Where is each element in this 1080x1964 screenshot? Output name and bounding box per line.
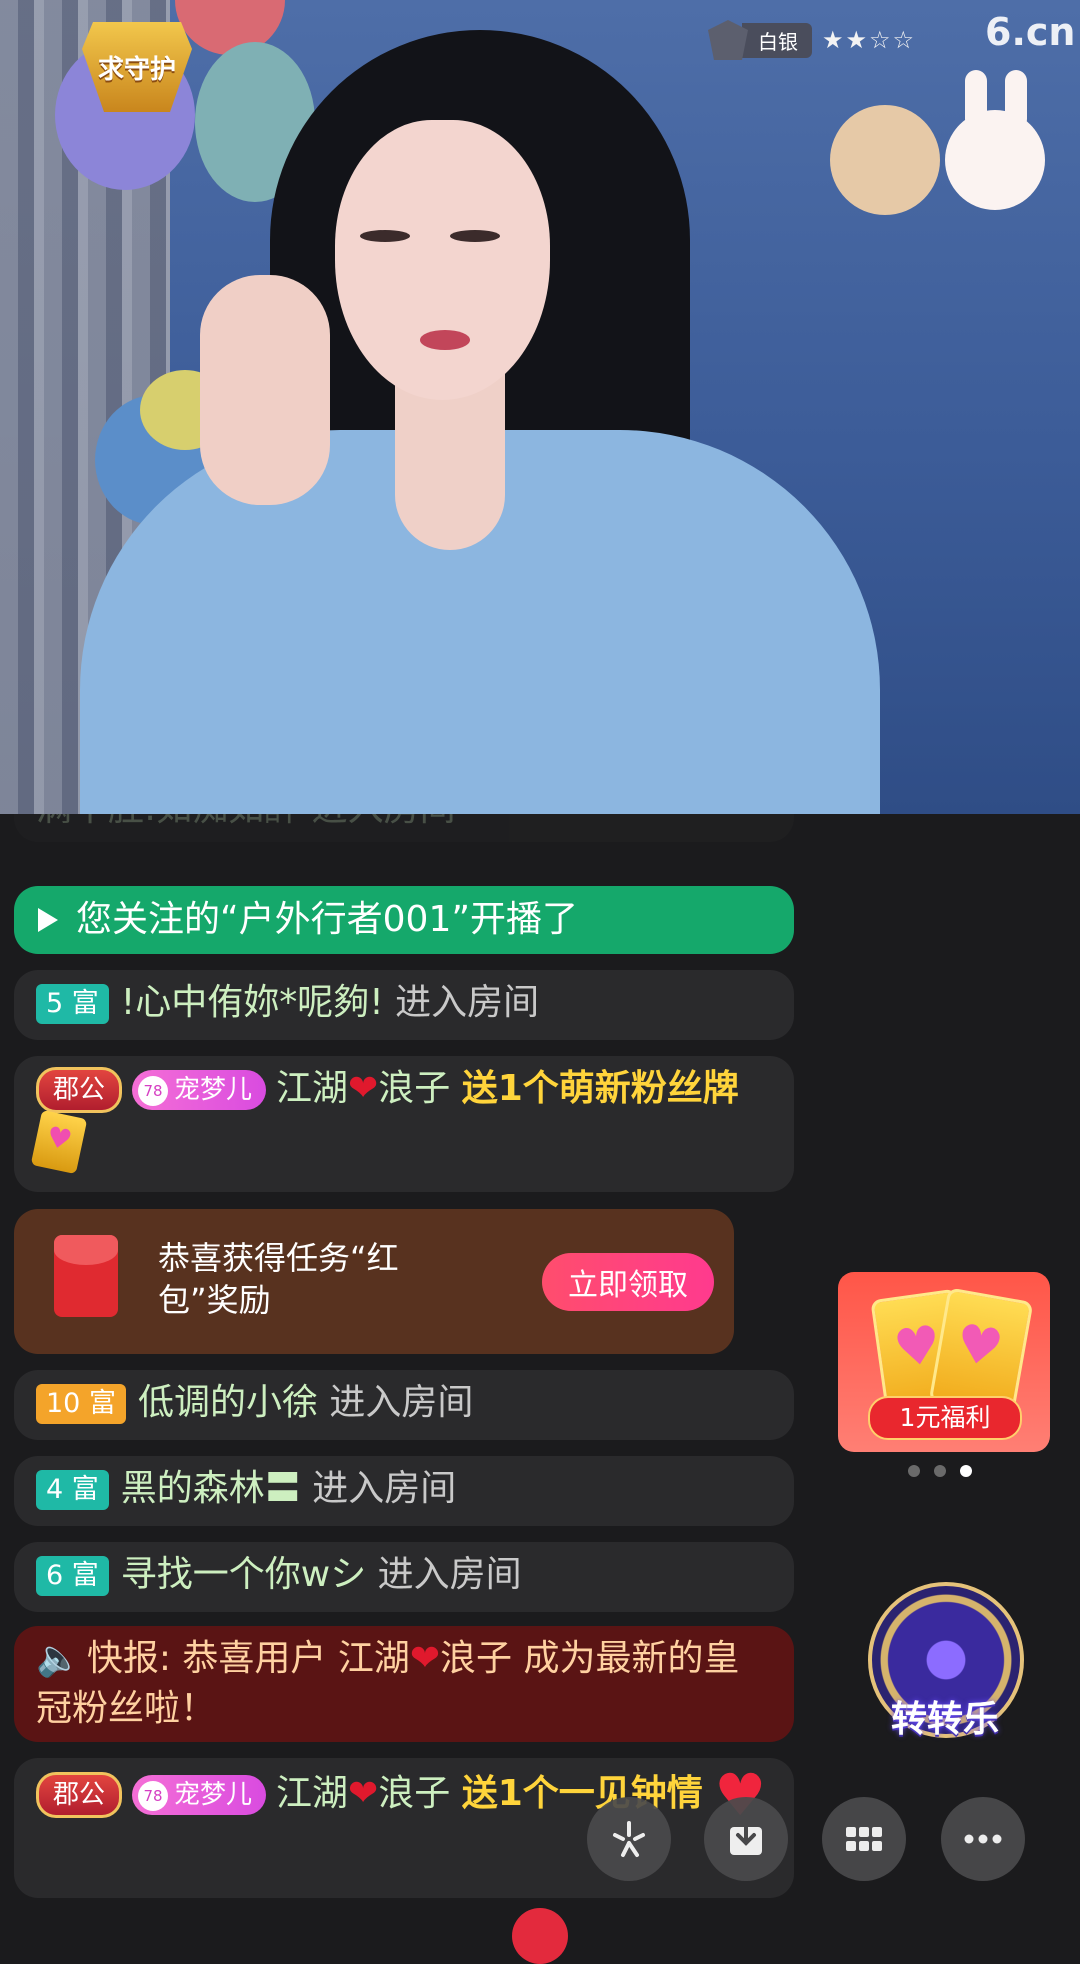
rank-stars: ★★☆☆ <box>822 26 917 54</box>
chat-username[interactable]: 寻找一个你wシ <box>121 1554 366 1595</box>
chat-username[interactable]: 江湖❤浪子 <box>276 1068 450 1109</box>
chat-username[interactable]: !心中侑妳*呢夠! <box>121 982 384 1023</box>
gift-text: 送1个一见钟情 <box>461 1773 703 1814</box>
anchor-rank[interactable]: 白银 ★★☆☆ <box>708 20 916 60</box>
username-part: 江湖 <box>276 1068 349 1109</box>
one-yuan-promo-banner[interactable]: 1元福利 <box>838 1272 1050 1452</box>
download-icon <box>730 1819 762 1855</box>
task-reward-text: 恭喜获得任务“红包”奖励 <box>158 1239 399 1319</box>
sparkle-button[interactable] <box>587 1797 671 1881</box>
site-logo: 6.cn <box>985 10 1076 54</box>
sparkle-icon <box>613 1821 645 1857</box>
username-part: 浪子 <box>378 1068 451 1109</box>
wealth-level-badge: 10 富 <box>36 1384 126 1424</box>
username-part: 江湖 <box>276 1773 349 1814</box>
fan-card-gift-icon <box>30 1109 88 1175</box>
task-reward-card[interactable]: 恭喜获得任务“红包”奖励 立即领取 <box>14 1209 734 1354</box>
streamer-lips <box>420 330 470 350</box>
gift-button-peek[interactable] <box>512 1908 568 1964</box>
username-part: 浪子 <box>378 1773 451 1814</box>
broadcast-prefix: 快报: 恭喜用户 江湖 <box>86 1638 410 1679</box>
download-button[interactable] <box>704 1797 788 1881</box>
chat-username[interactable]: 江湖❤浪子 <box>276 1773 450 1814</box>
fan-level: 78 <box>138 1075 169 1106</box>
bunny-icon <box>945 110 1045 210</box>
chat-message-gift[interactable]: 郡公 78 宠梦儿 江湖❤浪子 送1个萌新粉丝牌 <box>14 1056 794 1192</box>
carousel-dot[interactable] <box>908 1465 920 1477</box>
wealth-level-badge: 4 富 <box>36 1470 109 1510</box>
chat-username[interactable]: 黑的森林〓 <box>121 1468 301 1509</box>
follow-live-notice[interactable]: 您关注的“户外行者001”开播了 <box>14 886 794 954</box>
claim-reward-button[interactable]: 立即领取 <box>542 1253 714 1311</box>
guard-label: 求守护 <box>97 54 176 85</box>
noble-title-badge: 郡公 <box>36 1772 123 1818</box>
chat-message-enter[interactable]: 4 富黑的森林〓 进入房间 <box>14 1456 794 1526</box>
lucky-wheel-button[interactable]: 转转乐 <box>860 1570 1028 1740</box>
more-icon <box>964 1834 1002 1844</box>
faded-text: 满十胜:如痴如醉 进入房间 <box>36 814 456 829</box>
heart-icon: ❤ <box>348 1773 379 1814</box>
speaker-icon: 🔈 <box>36 1638 81 1679</box>
chat-message-enter[interactable]: 10 富低调的小徐 进入房间 <box>14 1370 794 1440</box>
chat-action: 进入房间 <box>395 982 540 1023</box>
bear-bunny-sticker <box>830 70 1060 250</box>
rank-label: 白银 <box>742 22 812 58</box>
heart-icon: ❤ <box>348 1068 379 1109</box>
streamer-face <box>335 120 550 400</box>
fan-badge: 78 宠梦儿 <box>132 1775 267 1815</box>
chat-action: 进入房间 <box>312 1468 457 1509</box>
heart-icon: ❤ <box>409 1638 441 1679</box>
red-envelope-icon <box>54 1235 118 1317</box>
play-icon <box>38 908 58 932</box>
promo-label: 1元福利 <box>868 1396 1022 1440</box>
streamer-hand <box>200 275 330 505</box>
carousel-dot[interactable] <box>934 1465 946 1477</box>
chat-message-enter[interactable]: 5 富 !心中侑妳*呢夠! 进入房间 <box>14 970 794 1040</box>
chat-message-enter[interactable]: 6 富寻找一个你wシ 进入房间 <box>14 1542 794 1612</box>
grid-icon <box>846 1827 882 1851</box>
wealth-level-badge: 6 富 <box>36 1556 109 1596</box>
fan-badge-name: 宠梦儿 <box>174 1780 253 1810</box>
apps-grid-button[interactable] <box>822 1797 906 1881</box>
wealth-level-badge: 5 富 <box>36 984 109 1024</box>
fan-badge-name: 宠梦儿 <box>174 1075 253 1105</box>
fan-badge: 78 宠梦儿 <box>132 1070 267 1110</box>
more-button[interactable] <box>941 1797 1025 1881</box>
wheel-label: 转转乐 <box>890 1699 999 1740</box>
bear-icon <box>830 105 940 215</box>
carousel-dots <box>908 1465 972 1477</box>
gift-text: 送1个萌新粉丝牌 <box>461 1068 739 1109</box>
chat-message-faded: 满十胜:如痴如醉 进入房间 <box>14 814 794 842</box>
live-video[interactable]: 求守护 白银 ★★☆☆ 6.cn <box>0 0 1080 814</box>
broadcast-message[interactable]: 🔈 快报: 恭喜用户 江湖❤浪子 成为最新的皇冠粉丝啦！ <box>14 1626 794 1742</box>
chat-feed[interactable]: 满十胜:如痴如醉 进入房间 您关注的“户外行者001”开播了 5 富 !心中侑妳*… <box>14 814 794 1920</box>
carousel-dot-active[interactable] <box>960 1465 972 1477</box>
fan-level: 78 <box>138 1780 169 1811</box>
chat-action: 进入房间 <box>377 1554 522 1595</box>
streamer-eye <box>360 230 410 242</box>
streamer-eye <box>450 230 500 242</box>
noble-title-badge: 郡公 <box>36 1067 123 1113</box>
chat-action: 进入房间 <box>329 1382 474 1423</box>
chat-message-gift[interactable]: 郡公 78 宠梦儿 江湖❤浪子 送1个一见钟情 ♥ <box>14 1758 794 1898</box>
chat-username[interactable]: 低调的小徐 <box>138 1382 318 1423</box>
notice-text: 您关注的“户外行者001”开播了 <box>76 899 579 940</box>
